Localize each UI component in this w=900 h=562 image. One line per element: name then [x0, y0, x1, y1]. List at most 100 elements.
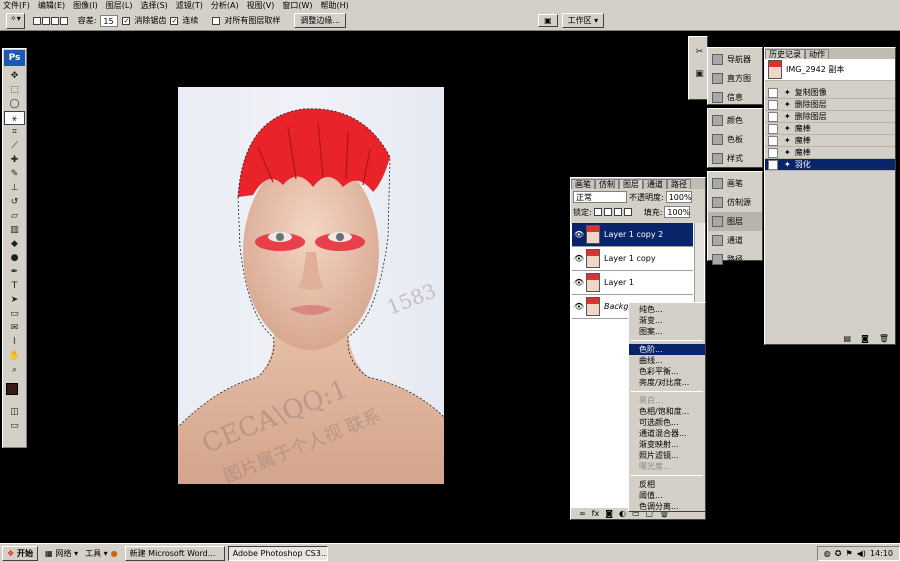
- menu-7[interactable]: 视图(V): [247, 0, 275, 11]
- eraser-icon[interactable]: ▱: [4, 209, 25, 223]
- hand-icon[interactable]: ✋: [4, 349, 25, 363]
- layer-row[interactable]: 👁 Layer 1 copy 2: [572, 223, 693, 247]
- new-document-icon[interactable]: ▤: [844, 334, 852, 343]
- color-swatches[interactable]: [3, 383, 26, 405]
- screen-mode-icon[interactable]: ▭: [4, 419, 25, 433]
- history-brush-source-box[interactable]: [768, 135, 778, 146]
- visibility-eye-icon[interactable]: 👁: [572, 230, 586, 239]
- lock-image-icon[interactable]: [603, 208, 612, 216]
- crop-icon[interactable]: ⌗: [4, 125, 25, 139]
- history-delete-icon[interactable]: 🗑: [879, 334, 889, 343]
- menu-0[interactable]: 文件(F): [3, 0, 30, 11]
- blend-mode-select[interactable]: 正常: [573, 191, 627, 203]
- menu-item[interactable]: 色相/饱和度...: [629, 406, 705, 417]
- selection-mode-buttons[interactable]: [32, 16, 68, 25]
- visibility-eye-icon[interactable]: 👁: [572, 302, 586, 311]
- tab-layers-3[interactable]: 通道: [643, 179, 667, 189]
- tolerance-input[interactable]: 15: [100, 14, 119, 27]
- dock-item[interactable]: 导航器: [708, 50, 762, 69]
- network-label[interactable]: 网络 ▾: [56, 548, 79, 559]
- dock-item[interactable]: 样式: [708, 149, 762, 168]
- adjustment-layer-icon[interactable]: ◐: [619, 509, 626, 518]
- menu-3[interactable]: 图层(L): [106, 0, 133, 11]
- menu-item[interactable]: 纯色...: [629, 304, 705, 315]
- menu-item[interactable]: 照片滤镜...: [629, 450, 705, 461]
- opacity-input[interactable]: 100%: [665, 191, 692, 203]
- dock-item[interactable]: 色板: [708, 130, 762, 149]
- menu-item[interactable]: 色调分离...: [629, 501, 705, 512]
- magic-wand-icon[interactable]: ⚹: [4, 111, 25, 125]
- history-brush-source-box[interactable]: [768, 159, 778, 170]
- menu-item[interactable]: 亮度/对比度...: [629, 377, 705, 388]
- subtract-selection-icon[interactable]: [50, 16, 59, 25]
- healing-icon[interactable]: ✚: [4, 153, 25, 167]
- menu-6[interactable]: 分析(A): [211, 0, 239, 11]
- notes-icon[interactable]: ✉: [4, 321, 25, 335]
- dock-item[interactable]: 路径: [708, 250, 762, 269]
- tray-volume-icon[interactable]: ◀): [857, 549, 866, 558]
- history-snapshot[interactable]: IMG_2942 副本: [765, 59, 895, 81]
- menu-8[interactable]: 窗口(W): [282, 0, 312, 11]
- visibility-eye-icon[interactable]: 👁: [572, 254, 586, 263]
- workspace-button[interactable]: 工作区 ▾: [561, 13, 605, 28]
- history-item[interactable]: ✦ 复制图像: [765, 87, 895, 99]
- start-button[interactable]: ❖ 开始: [2, 545, 38, 561]
- layer-mask-icon[interactable]: ◙: [605, 509, 613, 518]
- eyedropper-icon[interactable]: ⌇: [4, 335, 25, 349]
- contiguous-checkbox[interactable]: ✓: [170, 16, 179, 25]
- history-item[interactable]: ✦ 删除图层: [765, 111, 895, 123]
- blur-icon[interactable]: ◆: [4, 237, 25, 251]
- gradient-icon[interactable]: ▥: [4, 223, 25, 237]
- shape-icon[interactable]: ▭: [4, 307, 25, 321]
- tray-network-icon[interactable]: ⚑: [845, 549, 852, 558]
- slice-icon[interactable]: ⟋: [4, 139, 25, 153]
- menu-item[interactable]: 通道混合器...: [629, 428, 705, 439]
- menu-item[interactable]: 图案...: [629, 326, 705, 337]
- dock-item[interactable]: 图层: [708, 212, 762, 231]
- quick-mask-icon[interactable]: ◫: [4, 405, 25, 419]
- menu-item[interactable]: 反相: [629, 479, 705, 490]
- lock-transparent-icon[interactable]: [593, 208, 602, 216]
- tab-layers-1[interactable]: 仿制: [595, 179, 619, 189]
- lasso-icon[interactable]: ◯: [4, 97, 25, 111]
- all-layers-checkbox[interactable]: [212, 16, 221, 25]
- stamp-icon[interactable]: ⊥: [4, 181, 25, 195]
- pen-icon[interactable]: ✒: [4, 265, 25, 279]
- history-item[interactable]: ✦ 魔棒: [765, 147, 895, 159]
- layer-row[interactable]: 👁 Layer 1 copy: [572, 247, 693, 271]
- menu-4[interactable]: 选择(S): [140, 0, 167, 11]
- tools-label[interactable]: 工具 ▾: [85, 548, 108, 559]
- dock-item[interactable]: 信息: [708, 88, 762, 107]
- ps-logo[interactable]: Ps: [4, 50, 25, 66]
- palette-well-icon[interactable]: ▣: [538, 14, 558, 27]
- intersect-selection-icon[interactable]: [59, 16, 68, 25]
- history-brush-source-box[interactable]: [768, 99, 778, 110]
- dock-item[interactable]: 仿制源: [708, 193, 762, 212]
- dock-item[interactable]: 直方图: [708, 69, 762, 88]
- fill-input[interactable]: 100%: [664, 206, 691, 218]
- link-layers-icon[interactable]: ∞: [579, 509, 586, 518]
- add-selection-icon[interactable]: [41, 16, 50, 25]
- menu-item[interactable]: 色彩平衡...: [629, 366, 705, 377]
- move-icon[interactable]: ✥: [4, 69, 25, 83]
- history-item[interactable]: ✦ 羽化: [765, 159, 895, 171]
- foreground-color[interactable]: [6, 383, 18, 395]
- history-brush-source-box[interactable]: [768, 87, 778, 98]
- menu-2[interactable]: 图像(I): [73, 0, 98, 11]
- tab-history-0[interactable]: 历史记录: [765, 49, 805, 59]
- history-brush-source-box[interactable]: [768, 111, 778, 122]
- tab-layers-0[interactable]: 画笔: [571, 179, 595, 189]
- new-selection-icon[interactable]: [32, 16, 41, 25]
- tool-preset-picker[interactable]: ✧▾: [6, 12, 25, 29]
- history-item[interactable]: ✦ 魔棒: [765, 123, 895, 135]
- tab-layers-4[interactable]: 路径: [667, 179, 691, 189]
- snapshot-icon[interactable]: ◙: [861, 334, 869, 343]
- dock-item[interactable]: 画笔: [708, 174, 762, 193]
- history-brush-source-box[interactable]: [768, 123, 778, 134]
- taskbar-button[interactable]: Adobe Photoshop CS3...: [227, 545, 328, 561]
- menu-item[interactable]: 阈值...: [629, 490, 705, 501]
- tab-layers-2[interactable]: 图层: [619, 179, 643, 189]
- type-icon[interactable]: T: [4, 279, 25, 293]
- layer-style-icon[interactable]: fx: [592, 509, 600, 518]
- dock-item[interactable]: 颜色: [708, 111, 762, 130]
